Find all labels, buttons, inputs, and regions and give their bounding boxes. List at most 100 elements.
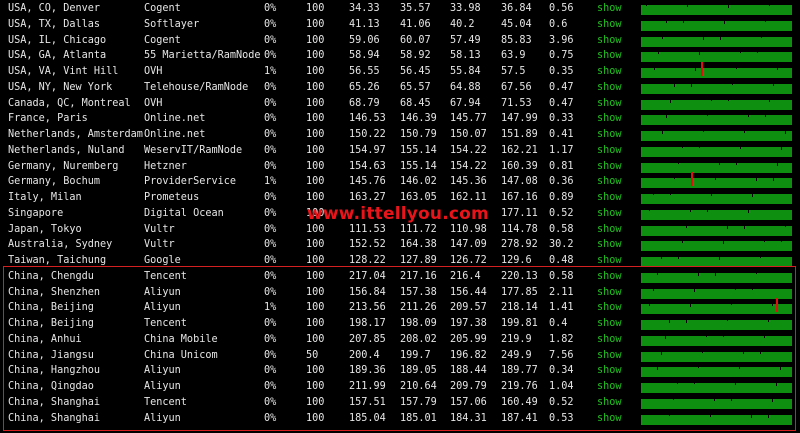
latency-sparkline: [641, 115, 792, 126]
location-cell: France, Paris: [8, 113, 88, 125]
loss-cell: 0%: [264, 160, 277, 172]
table-row: USA, NY, New York Telehouse/RamNode 0% 100 6…: [0, 80, 800, 96]
table-row: China, Shanghai Tencent 0% 100 157.51 157.79 1…: [0, 395, 800, 411]
last-latency-cell: 58.94: [349, 50, 380, 62]
show-link[interactable]: show: [597, 191, 622, 205]
avg-latency-cell: 146.39: [400, 113, 437, 125]
latency-sparkline: [641, 367, 792, 378]
best-latency-cell: 147.09: [450, 239, 487, 251]
show-link[interactable]: show: [597, 144, 622, 158]
latency-sparkline: [641, 288, 792, 299]
location-cell: China, Beijing: [8, 302, 94, 314]
stdev-cell: 1.17: [549, 144, 574, 156]
best-latency-cell: 55.84: [450, 66, 481, 77]
show-link[interactable]: show: [597, 349, 622, 363]
table-row: China, Beijing Tencent 0% 100 198.17 198.09 19…: [0, 316, 800, 332]
show-link[interactable]: show: [597, 160, 622, 174]
latency-sparkline: [641, 225, 792, 236]
show-link[interactable]: show: [597, 333, 622, 347]
show-link[interactable]: show: [597, 112, 622, 126]
show-link[interactable]: show: [597, 128, 622, 142]
location-cell: Germany, Bochum: [8, 176, 101, 188]
worst-latency-cell: 177.11: [501, 207, 538, 219]
show-link[interactable]: show: [597, 364, 622, 378]
location-cell: China, Anhui: [8, 333, 82, 345]
latency-sparkline: [641, 146, 792, 157]
sent-count-cell: 100: [306, 239, 325, 251]
sent-count-cell: 100: [306, 129, 325, 140]
table-row: Netherlands, Nuland WeservIT/RamNode 0% 100…: [0, 143, 800, 159]
show-link[interactable]: show: [597, 317, 622, 331]
worst-latency-cell: 36.84: [501, 3, 532, 14]
sent-count-cell: 100: [306, 81, 325, 93]
last-latency-cell: 150.22: [349, 129, 386, 140]
show-link[interactable]: show: [597, 81, 622, 95]
location-cell: China, Shanghai: [8, 412, 101, 424]
show-link[interactable]: show: [597, 238, 622, 252]
packet-loss-spike: [776, 298, 778, 313]
provider-cell: Aliyun: [144, 286, 181, 298]
avg-latency-cell: 189.05: [400, 365, 437, 377]
latency-sparkline: [641, 99, 792, 110]
provider-cell: Tencent: [144, 270, 187, 282]
avg-latency-cell: 65.57: [400, 81, 431, 93]
show-link[interactable]: show: [597, 396, 622, 410]
show-link[interactable]: show: [597, 18, 622, 32]
location-cell: China, Beijing: [8, 318, 94, 329]
latency-sparkline: [641, 83, 792, 94]
last-latency-cell: 154.63: [349, 160, 386, 172]
show-link[interactable]: show: [597, 380, 622, 394]
table-row: USA, GA, Atlanta 55 Marietta/RamNode 0% 100…: [0, 48, 800, 64]
show-link[interactable]: show: [597, 34, 622, 48]
table-row: Canada, QC, Montreal OVH 0% 100 68.79 68.45 67…: [0, 96, 800, 112]
avg-latency-cell: 56.45: [400, 66, 431, 77]
loss-cell: 0%: [264, 81, 277, 93]
table-row: USA, VA, Vint Hill OVH 1% 100 56.55 56.45 55.8…: [0, 62, 800, 80]
latency-sparkline: [641, 272, 792, 283]
table-row: China, Anhui China Mobile 0% 100 207.85 208.0…: [0, 332, 800, 348]
table-row: China, Hangzhou Aliyun 0% 100 189.36 189.05 18…: [0, 363, 800, 379]
sent-count-cell: 100: [306, 412, 325, 424]
provider-cell: China Mobile: [144, 333, 218, 345]
show-link[interactable]: show: [597, 97, 622, 111]
show-link[interactable]: show: [597, 49, 622, 63]
show-link[interactable]: show: [597, 223, 622, 237]
worst-latency-cell: 160.39: [501, 160, 538, 172]
last-latency-cell: 34.33: [349, 3, 380, 14]
location-cell: USA, VA, Vint Hill: [8, 66, 119, 77]
loss-cell: 0%: [264, 129, 277, 140]
best-latency-cell: 33.98: [450, 3, 481, 14]
show-link[interactable]: show: [597, 2, 622, 16]
location-cell: Singapore: [8, 207, 64, 219]
best-latency-cell: 209.57: [450, 302, 487, 314]
show-link[interactable]: show: [597, 207, 622, 221]
sent-count-cell: 100: [306, 381, 325, 392]
best-latency-cell: 150.07: [450, 129, 487, 140]
sent-count-cell: 100: [306, 333, 325, 345]
table-row: Germany, Bochum ProviderService 1% 100 145.7…: [0, 172, 800, 190]
sent-count-cell: 100: [306, 34, 325, 46]
location-cell: Netherlands, Nuland: [8, 144, 125, 156]
show-link[interactable]: show: [597, 286, 622, 300]
show-link[interactable]: show: [597, 65, 622, 79]
best-latency-cell: 126.72: [450, 255, 487, 266]
worst-latency-cell: 151.89: [501, 129, 538, 140]
provider-cell: Tencent: [144, 396, 187, 408]
show-link[interactable]: show: [597, 175, 622, 189]
best-latency-cell: 156.44: [450, 286, 487, 298]
last-latency-cell: 128.22: [349, 255, 386, 266]
worst-latency-cell: 67.56: [501, 81, 532, 93]
provider-cell: Cogent: [144, 34, 181, 46]
stdev-cell: 0.89: [549, 192, 574, 203]
provider-cell: Vultr: [144, 239, 175, 251]
show-link[interactable]: show: [597, 270, 622, 284]
show-link[interactable]: show: [597, 254, 622, 268]
location-cell: China, Jiangsu: [8, 349, 94, 361]
best-latency-cell: 188.44: [450, 365, 487, 377]
avg-latency-cell: 157.79: [400, 396, 437, 408]
show-link[interactable]: show: [597, 412, 622, 426]
loss-cell: 0%: [264, 412, 277, 424]
location-cell: USA, IL, Chicago: [8, 34, 107, 46]
packet-loss-spike: [691, 172, 693, 187]
show-link[interactable]: show: [597, 301, 622, 315]
